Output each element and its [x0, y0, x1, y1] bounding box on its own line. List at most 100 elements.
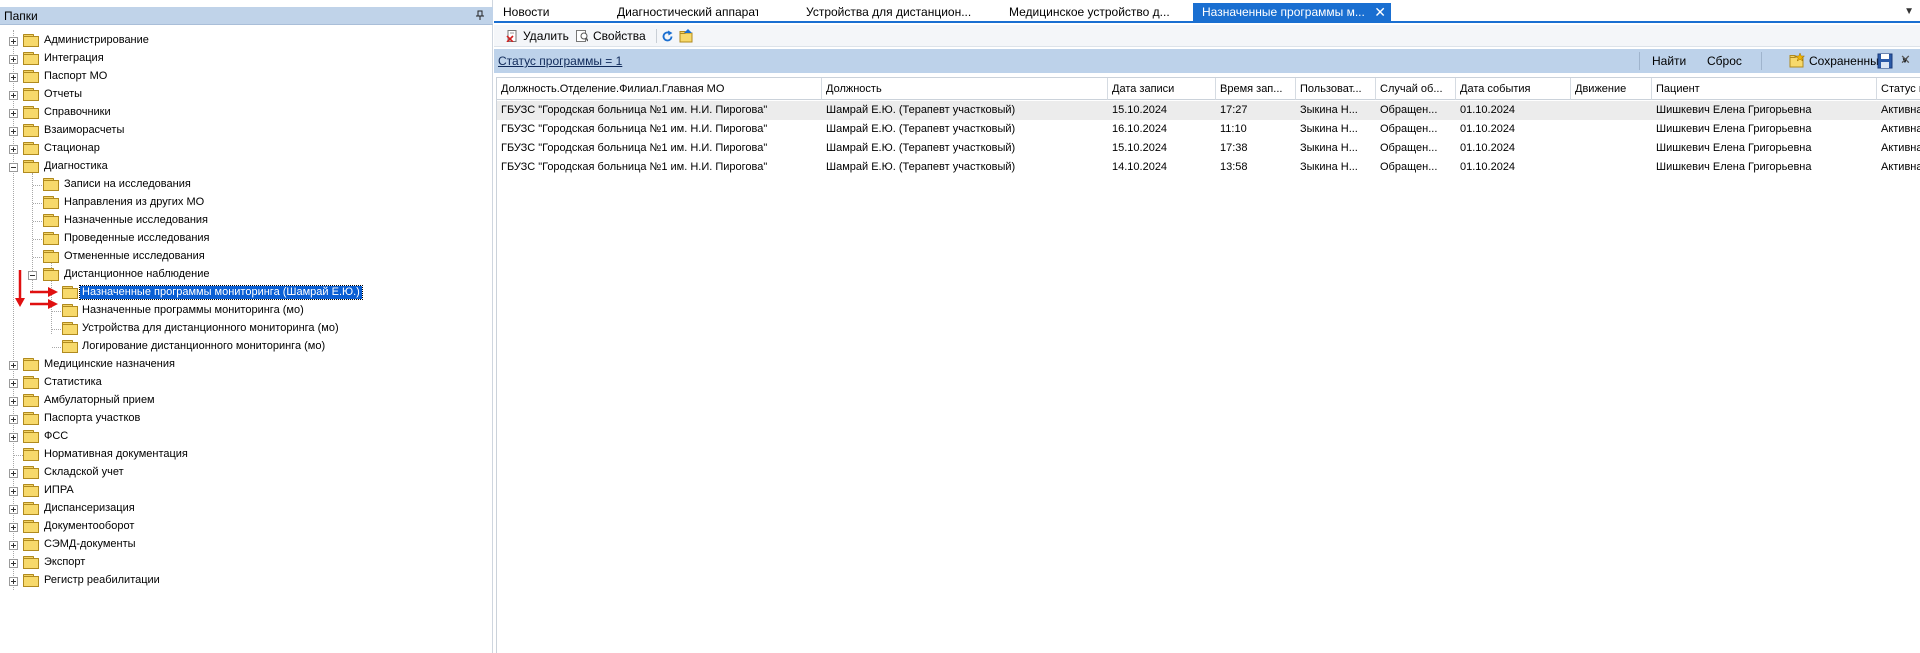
tree-item-label: Паспорт МО	[44, 70, 108, 82]
close-filter-icon[interactable]: ✕	[1900, 52, 1911, 68]
tree-item-statistics[interactable]: Статистика	[0, 374, 400, 392]
column-header[interactable]: Должность.Отделение.Филиал.Главная МО	[497, 78, 822, 100]
tree-item-cancelled-research[interactable]: Отмененные исследования	[0, 248, 400, 266]
tree-item-reports[interactable]: Отчеты	[0, 86, 400, 104]
expand-icon[interactable]	[9, 415, 18, 424]
tree-item-dispensary[interactable]: Диспансеризация	[0, 500, 400, 518]
expand-icon[interactable]	[9, 145, 18, 154]
tree-item-completed-research[interactable]: Проведенные исследования	[0, 230, 400, 248]
main-area: Новости Диагностический аппарат Устройст…	[494, 0, 1920, 653]
tree-item-hospital[interactable]: Стационар	[0, 140, 400, 158]
expand-icon[interactable]	[9, 559, 18, 568]
table-row[interactable]: ГБУЗС "Городская больница №1 им. Н.И. Пи…	[497, 158, 1920, 177]
folder-icon	[23, 88, 39, 101]
expand-icon[interactable]	[9, 523, 18, 532]
folder-icon	[23, 466, 39, 479]
table-cell: 13:58	[1220, 161, 1248, 173]
tree-item-assigned-programs-shamray[interactable]: Назначенные программы мониторинга (Шамра…	[0, 284, 420, 302]
column-header[interactable]: Дата события	[1456, 78, 1571, 100]
table-row[interactable]: ГБУЗС "Городская больница №1 им. Н.И. Пи…	[497, 120, 1920, 139]
tree-item-fss[interactable]: ФСС	[0, 428, 400, 446]
pin-icon[interactable]	[475, 10, 485, 21]
tree-item-referrals-other-mo[interactable]: Направления из других МО	[0, 194, 400, 212]
tree-item-outpatient[interactable]: Амбулаторный прием	[0, 392, 400, 410]
close-icon[interactable]: ✕	[1374, 3, 1386, 21]
chevron-down-icon[interactable]: ▼	[1904, 6, 1914, 17]
expand-icon[interactable]	[9, 109, 18, 118]
properties-button[interactable]: Свойства	[576, 28, 652, 44]
expand-icon[interactable]	[9, 379, 18, 388]
folder-icon	[23, 574, 39, 587]
column-header[interactable]: Дата записи	[1108, 78, 1216, 100]
tree-item-assigned-programs-mo[interactable]: Назначенные программы мониторинга (мо)	[0, 302, 400, 320]
tree-item-remote-monitoring[interactable]: Дистанционное наблюдение	[0, 266, 400, 284]
tree-item-semd-documents[interactable]: СЭМД-документы	[0, 536, 400, 554]
column-header[interactable]: Случай об...	[1376, 78, 1456, 100]
collapse-icon[interactable]	[9, 163, 18, 172]
table-cell: 14.10.2024	[1112, 161, 1168, 173]
tree-item-research-records[interactable]: Записи на исследования	[0, 176, 400, 194]
expand-icon[interactable]	[9, 73, 18, 82]
refresh-icon[interactable]	[661, 30, 674, 43]
column-header[interactable]: Время зап...	[1216, 78, 1296, 100]
properties-button-label: Свойства	[593, 29, 646, 43]
find-button[interactable]: Найти	[1652, 54, 1686, 68]
expand-icon[interactable]	[9, 505, 18, 514]
tree-item-assigned-research[interactable]: Назначенные исследования	[0, 212, 400, 230]
tree-item-directories[interactable]: Справочники	[0, 104, 400, 122]
tab-diagnostic-device[interactable]: Диагностический аппарат	[608, 3, 758, 21]
tree-item-ipra[interactable]: ИПРА	[0, 482, 400, 500]
expand-icon[interactable]	[9, 487, 18, 496]
column-header[interactable]: Пользоват...	[1296, 78, 1376, 100]
tree-item-diagnostics[interactable]: Диагностика	[0, 158, 400, 176]
expand-icon[interactable]	[9, 91, 18, 100]
expand-icon[interactable]	[9, 397, 18, 406]
tree-item-medical-prescriptions[interactable]: Медицинские назначения	[0, 356, 400, 374]
column-header[interactable]: Пациент	[1652, 78, 1877, 100]
column-header[interactable]: Должность	[822, 78, 1108, 100]
tree-item-label: СЭМД-документы	[44, 538, 136, 550]
tree-item-administration[interactable]: Администрирование	[0, 32, 400, 50]
reset-button[interactable]: Сброс	[1707, 54, 1742, 68]
data-grid: Должность.Отделение.Филиал.Главная МО До…	[496, 77, 1920, 653]
column-header[interactable]: Движение	[1571, 78, 1652, 100]
table-cell: Шишкевич Елена Григорьевна	[1656, 123, 1812, 135]
tab-assigned-programs[interactable]: Назначенные программы м... ✕	[1193, 3, 1391, 21]
tree-item-remote-devices-mo[interactable]: Устройства для дистанционного мониторинг…	[0, 320, 420, 338]
filter-status-link[interactable]: Статус программы = 1	[498, 54, 622, 68]
tab-remote-devices[interactable]: Устройства для дистанцион...	[797, 3, 975, 21]
tree-item-label: Логирование дистанционного мониторинга (…	[82, 340, 326, 352]
tree-item-normative-docs[interactable]: Нормативная документация	[0, 446, 400, 464]
tab-news[interactable]: Новости	[494, 3, 582, 21]
tree-item-label: Проведенные исследования	[64, 232, 210, 244]
expand-icon[interactable]	[9, 37, 18, 46]
document-tabs: Новости Диагностический аппарат Устройст…	[494, 0, 1920, 23]
saved-filters-label: Сохраненные	[1809, 54, 1886, 68]
tree-item-settlements[interactable]: Взаиморасчеты	[0, 122, 400, 140]
tab-medical-device[interactable]: Медицинское устройство д...	[1000, 3, 1170, 21]
table-row[interactable]: ГБУЗС "Городская больница №1 им. Н.И. Пи…	[497, 101, 1920, 120]
tree-item-document-flow[interactable]: Документооборот	[0, 518, 400, 536]
tree-item-passport-mo[interactable]: Паспорт МО	[0, 68, 400, 86]
folder-icon	[23, 412, 39, 425]
tree-item-district-passports[interactable]: Паспорта участков	[0, 410, 400, 428]
tree-item-remote-logging-mo[interactable]: Логирование дистанционного мониторинга (…	[0, 338, 420, 356]
expand-icon[interactable]	[9, 127, 18, 136]
column-header[interactable]: Статус п	[1877, 78, 1920, 100]
table-row[interactable]: ГБУЗС "Городская больница №1 им. Н.И. Пи…	[497, 139, 1920, 158]
expand-icon[interactable]	[9, 577, 18, 586]
save-filter-icon[interactable]	[1877, 53, 1893, 69]
tree-item-export[interactable]: Экспорт	[0, 554, 400, 572]
table-cell: Зыкина Н...	[1300, 123, 1358, 135]
expand-icon[interactable]	[9, 361, 18, 370]
expand-icon[interactable]	[9, 55, 18, 64]
tree-item-integration[interactable]: Интеграция	[0, 50, 400, 68]
delete-button[interactable]: Удалить	[506, 28, 570, 44]
tree-item-label: Документооборот	[44, 520, 135, 532]
expand-icon[interactable]	[9, 541, 18, 550]
folder-up-icon[interactable]	[679, 29, 694, 43]
expand-icon[interactable]	[9, 469, 18, 478]
expand-icon[interactable]	[9, 433, 18, 442]
tree-item-rehab-register[interactable]: Регистр реабилитации	[0, 572, 400, 590]
tree-item-warehouse[interactable]: Складской учет	[0, 464, 400, 482]
